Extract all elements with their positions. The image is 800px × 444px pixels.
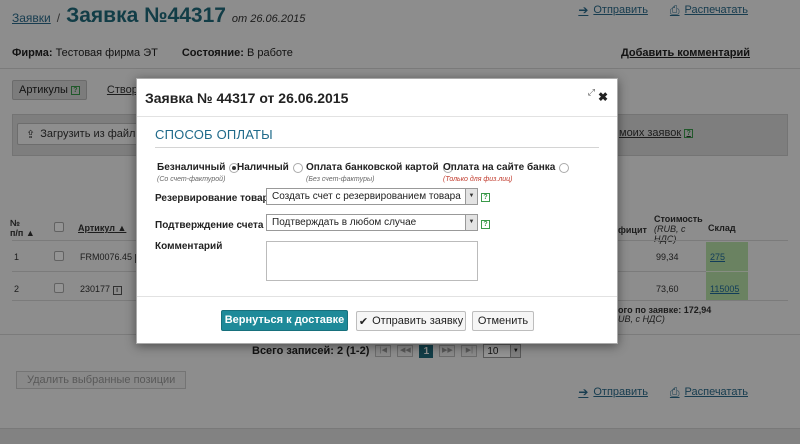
modal-divider xyxy=(137,116,617,117)
expand-icon[interactable]: ⤢ xyxy=(588,87,595,98)
payment-option-label: Оплата банковской картой xyxy=(306,162,439,173)
reserve-select-value: Создать счет с резервированием товара xyxy=(272,191,461,202)
reserve-select[interactable]: Создать счет с резервированием товара ▼ xyxy=(266,188,478,205)
comment-label: Комментарий xyxy=(155,241,223,252)
payment-modal: Заявка № 44317 от 26.06.2015 ⤢ ✖ СПОСОБ … xyxy=(136,78,618,344)
help-icon[interactable]: ? xyxy=(481,220,490,229)
modal-divider xyxy=(137,296,617,297)
payment-note-card: (Без счет-фактуры) xyxy=(306,176,375,183)
payment-option-label: Оплата на сайте банка xyxy=(443,162,556,173)
modal-title: Заявка № 44317 от 26.06.2015 xyxy=(145,90,349,106)
payment-option-card[interactable]: Оплата банковской картой xyxy=(306,162,453,173)
payment-option-label: Наличный xyxy=(237,162,289,173)
payment-option-label: Безналичный xyxy=(157,162,226,173)
payment-option-bank-site[interactable]: Оплата на сайте банка xyxy=(443,162,570,173)
back-to-delivery-button[interactable]: Вернуться к доставке xyxy=(221,310,348,331)
confirm-label: Подтверждение счета xyxy=(155,220,264,231)
help-icon[interactable]: ? xyxy=(481,193,490,202)
payment-option-cash[interactable]: Наличный xyxy=(237,162,303,173)
radio-bank-site[interactable] xyxy=(559,162,570,173)
send-order-label: Отправить заявку xyxy=(372,315,464,327)
payment-note-bank-site: (Только для физ.лиц) xyxy=(443,176,513,183)
payment-option-cashless[interactable]: Безналичный xyxy=(157,162,240,173)
chevron-down-icon: ▼ xyxy=(465,215,477,230)
confirm-select-value: Подтверждать в любом случае xyxy=(272,217,417,228)
close-icon[interactable]: ✖ xyxy=(598,90,608,104)
checkmark-icon: ✔ xyxy=(358,315,369,328)
send-order-button[interactable]: ✔ Отправить заявку xyxy=(356,311,466,331)
section-divider xyxy=(155,147,599,148)
radio-cash[interactable] xyxy=(292,162,303,173)
chevron-down-icon: ▼ xyxy=(465,189,477,204)
payment-note-cashless: (Со счет-фактурой) xyxy=(157,176,226,183)
confirm-select[interactable]: Подтверждать в любом случае ▼ xyxy=(266,214,478,231)
cancel-button[interactable]: Отменить xyxy=(472,311,534,331)
section-title-payment: СПОСОБ ОПЛАТЫ xyxy=(155,127,273,142)
comment-textarea[interactable] xyxy=(266,241,478,281)
reserve-label: Резервирование товара xyxy=(155,193,275,204)
